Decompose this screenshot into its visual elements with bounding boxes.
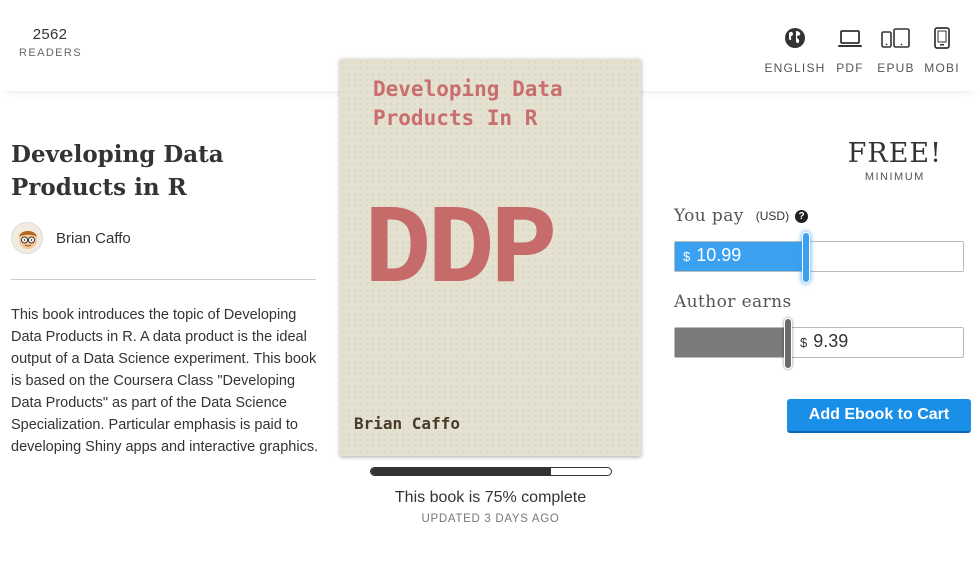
avatar [11, 222, 43, 254]
format-label-english: ENGLISH [764, 61, 826, 75]
format-selector: ENGLISH PDF EPUB MOBI [763, 27, 965, 75]
format-mobi[interactable]: MOBI [919, 27, 965, 75]
book-description: This book introduces the topic of Develo… [11, 307, 319, 455]
format-label-pdf: PDF [836, 61, 864, 75]
completion-progress-bar [370, 467, 612, 476]
format-label-epub: EPUB [877, 61, 915, 75]
format-label-mobi: MOBI [924, 61, 960, 75]
laptop-icon [837, 27, 863, 54]
readers-count: 2562 [32, 26, 68, 43]
help-icon[interactable]: ? [795, 209, 809, 223]
divider [11, 279, 316, 280]
progress-fill [371, 468, 551, 475]
author-name: Brian Caffo [56, 229, 131, 247]
you-pay-slider-handle[interactable] [802, 232, 810, 283]
format-pdf[interactable]: PDF [827, 27, 873, 75]
book-title: Developing Data Products in R [11, 141, 224, 201]
author-link[interactable]: Brian Caffo [11, 222, 131, 254]
you-pay-slider[interactable]: $10.99 [674, 232, 964, 283]
author-earns-label: Author earns [674, 292, 792, 312]
format-epub[interactable]: EPUB [873, 27, 919, 75]
price-block: FREE! MINIMUM [848, 138, 942, 183]
author-earns-currency-symbol: $ [800, 335, 808, 350]
globe-icon [784, 27, 806, 54]
minimum-label: MINIMUM [864, 171, 925, 183]
you-pay-label: You pay [674, 206, 744, 226]
cover-author: Brian Caffo [354, 414, 460, 433]
you-pay-value: $10.99 [683, 245, 741, 266]
you-pay-currency-symbol: $ [683, 249, 691, 264]
readers-count-block: 2562 READERS [19, 26, 81, 59]
author-earns-slider-fill [675, 328, 788, 357]
author-earns-slider[interactable]: $9.39 [674, 318, 964, 369]
cover-title: Developing Data Products In R [373, 77, 563, 130]
ereader-icon [933, 27, 951, 54]
author-earns-label-row: Author earns [674, 292, 792, 312]
author-earns-amount: 9.39 [813, 331, 849, 351]
minimum-price: FREE! [847, 138, 942, 169]
tablets-icon [880, 27, 912, 54]
readers-label: READERS [19, 47, 82, 59]
completion-text: This book is 75% complete [394, 489, 587, 506]
you-pay-label-row: You pay (USD) ? [674, 206, 809, 226]
book-cover[interactable]: Developing Data Products In R DDP Brian … [340, 59, 641, 456]
cover-acronym: DDP [364, 188, 558, 315]
author-earns-slider-handle[interactable] [784, 318, 792, 369]
language-selector[interactable]: ENGLISH [763, 27, 827, 75]
author-earns-value: $9.39 [800, 331, 848, 352]
you-pay-amount: 10.99 [696, 245, 742, 265]
add-to-cart-button[interactable]: Add Ebook to Cart [787, 399, 971, 433]
currency-label: (USD) [755, 209, 790, 223]
updated-text: UPDATED 3 DAYS AGO [421, 513, 560, 525]
